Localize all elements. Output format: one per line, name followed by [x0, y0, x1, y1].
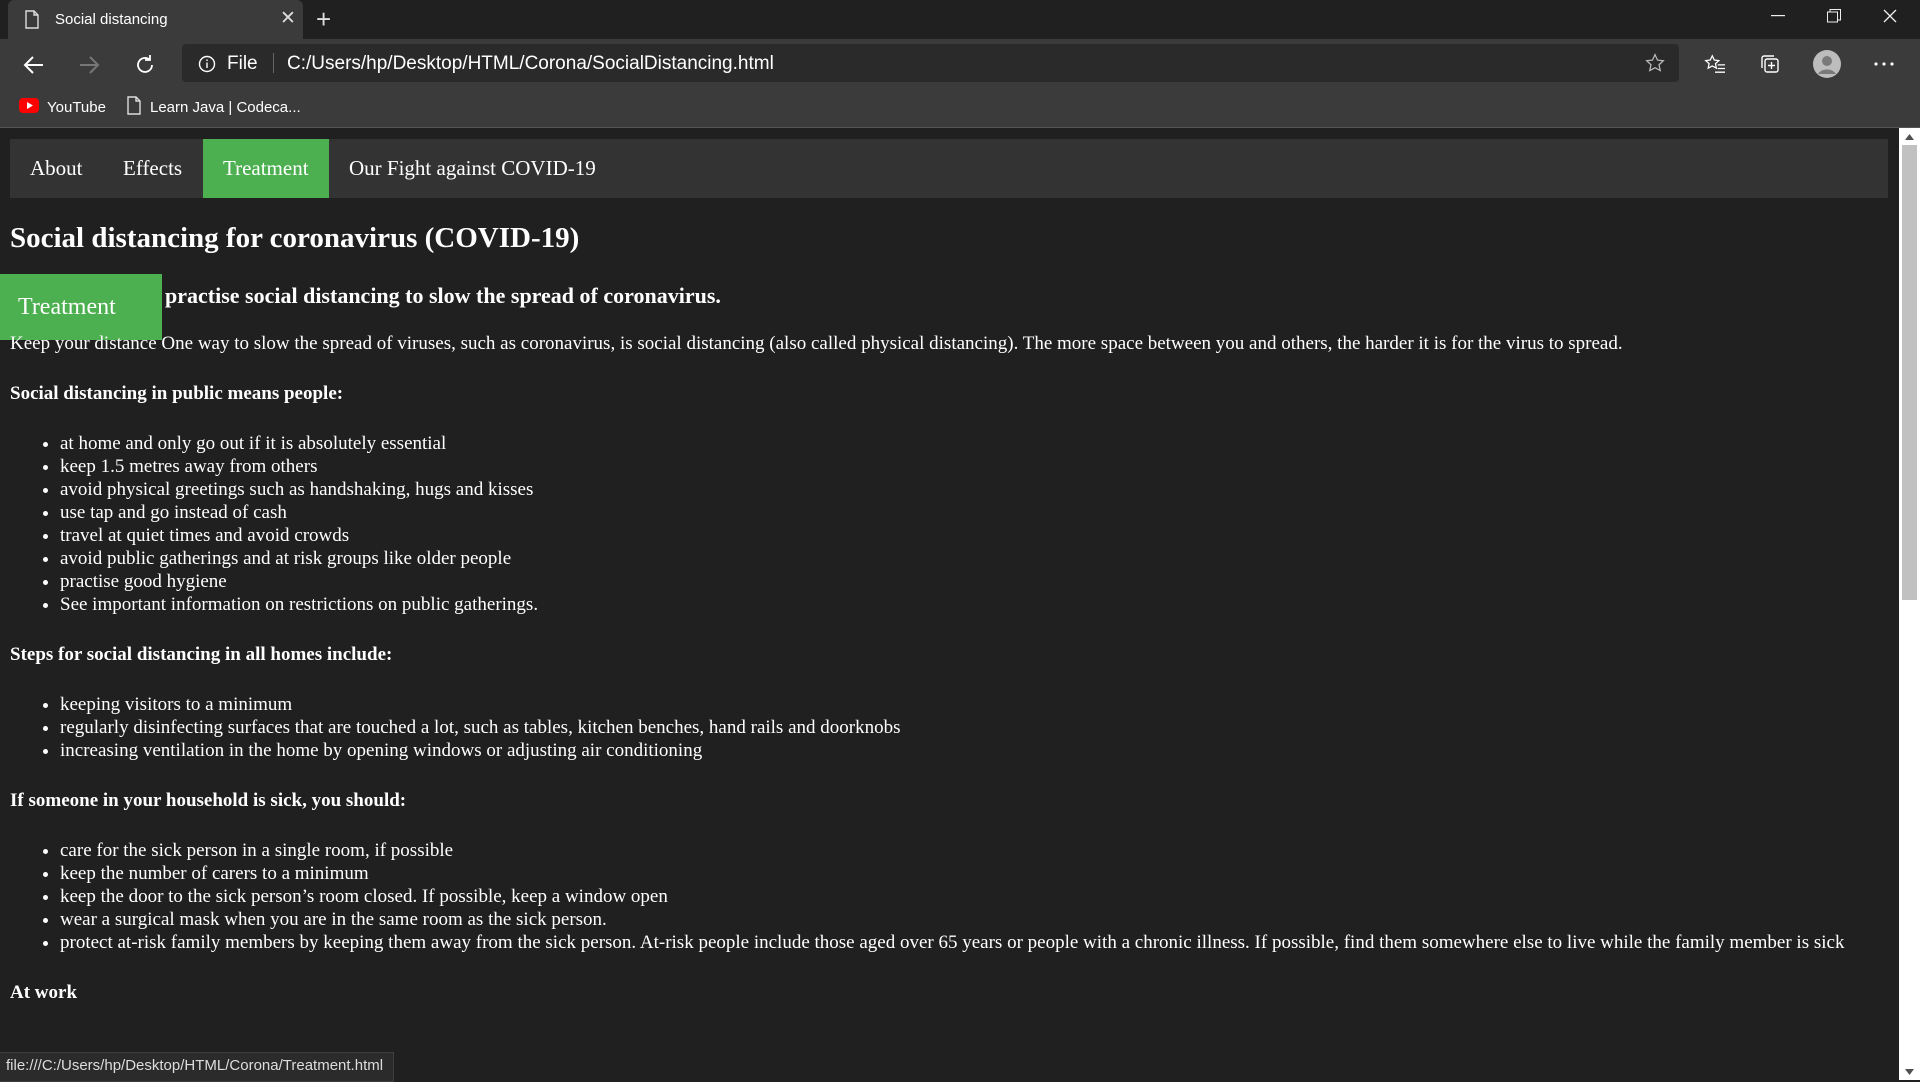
public-list: at home and only go out if it is absolut…: [10, 432, 1885, 616]
intro-paragraph: Keep your distance One way to slow the s…: [10, 333, 1623, 354]
list-item: keep 1.5 metres away from others: [60, 455, 1885, 478]
page-title: Social distancing for coronavirus (COVID…: [10, 222, 580, 254]
browser-toolbar: File C:/Users/hp/Desktop/HTML/Corona/Soc…: [0, 39, 1920, 89]
info-icon[interactable]: [198, 55, 216, 78]
public-heading: Social distancing in public means people…: [10, 383, 344, 404]
sick-heading: If someone in your household is sick, yo…: [10, 790, 407, 811]
favorite-star-icon[interactable]: [1645, 53, 1665, 78]
list-item: wear a surgical mask when you are in the…: [60, 908, 1885, 931]
browser-tab[interactable]: Social distancing ✕: [8, 0, 303, 39]
close-tab-icon[interactable]: ✕: [280, 9, 296, 29]
more-options-icon[interactable]: [1868, 48, 1900, 80]
list-item: regularly disinfecting surfaces that are…: [60, 716, 1885, 739]
site-navbar: About Effects Treatment Our Fight agains…: [10, 139, 1888, 198]
youtube-icon: [19, 97, 39, 117]
nav-treatment[interactable]: Treatment: [203, 139, 329, 198]
list-item: travel at quiet times and avoid crowds: [60, 524, 1885, 547]
list-item: at home and only go out if it is absolut…: [60, 432, 1885, 455]
sick-list: care for the sick person in a single roo…: [10, 839, 1885, 954]
vertical-scrollbar[interactable]: [1899, 128, 1920, 1080]
list-item: practise good hygiene: [60, 570, 1885, 593]
bookmark-label: YouTube: [47, 98, 106, 116]
work-heading: At work: [10, 982, 78, 1003]
restore-icon[interactable]: [1806, 0, 1862, 32]
profile-avatar-icon[interactable]: [1811, 48, 1843, 80]
list-item: increasing ventilation in the home by op…: [60, 739, 1885, 762]
list-item: avoid physical greetings such as handsha…: [60, 478, 1885, 501]
treatment-floating-button[interactable]: Treatment: [0, 274, 162, 340]
list-item: avoid public gatherings and at risk grou…: [60, 547, 1885, 570]
article-body: Keep your distance One way to slow the s…: [10, 332, 1885, 1031]
scroll-down-icon[interactable]: [1899, 1063, 1920, 1080]
list-item: keep the door to the sick person’s room …: [60, 885, 1885, 908]
new-tab-icon[interactable]: +: [316, 5, 331, 33]
bookmark-label: Learn Java | Codeca...: [150, 98, 301, 116]
bookmark-learn-java[interactable]: Learn Java | Codeca...: [126, 95, 301, 119]
forward-icon[interactable]: [73, 49, 105, 81]
homes-heading: Steps for social distancing in all homes…: [10, 644, 393, 665]
address-url[interactable]: C:/Users/hp/Desktop/HTML/Corona/SocialDi…: [287, 53, 774, 75]
nav-about[interactable]: About: [10, 139, 103, 198]
list-item: protect at-risk family members by keepin…: [60, 931, 1885, 954]
refresh-icon[interactable]: [129, 49, 161, 81]
list-item: care for the sick person in a single roo…: [60, 839, 1885, 862]
address-scheme: File: [227, 53, 258, 74]
tab-title: Social distancing: [55, 11, 168, 28]
page-icon: [126, 95, 142, 119]
status-bar-url: file:///C:/Users/hp/Desktop/HTML/Corona/…: [0, 1052, 395, 1082]
address-bar[interactable]: File C:/Users/hp/Desktop/HTML/Corona/Soc…: [182, 44, 1679, 82]
address-divider: [273, 53, 274, 73]
back-icon[interactable]: [18, 49, 50, 81]
tab-bar: Social distancing ✕ +: [0, 0, 1920, 39]
minimize-icon[interactable]: [1750, 0, 1806, 32]
collections-icon[interactable]: [1754, 48, 1786, 80]
nav-effects[interactable]: Effects: [103, 139, 202, 198]
list-item: See important information on restriction…: [60, 593, 1885, 616]
scrollbar-thumb[interactable]: [1902, 145, 1917, 600]
page-icon: [24, 10, 40, 34]
page-viewport: About Effects Treatment Our Fight agains…: [0, 128, 1899, 1080]
bookmark-youtube[interactable]: YouTube: [19, 95, 106, 119]
homes-list: keeping visitors to a minimum regularly …: [10, 693, 1885, 762]
list-item: use tap and go instead of cash: [60, 501, 1885, 524]
nav-our-fight[interactable]: Our Fight against COVID-19: [329, 139, 616, 198]
page-subtitle: practise social distancing to slow the s…: [165, 283, 721, 308]
bookmarks-bar: YouTube Learn Java | Codeca...: [0, 89, 1920, 128]
list-item: keeping visitors to a minimum: [60, 693, 1885, 716]
scroll-up-icon[interactable]: [1899, 128, 1920, 145]
favorites-icon[interactable]: [1699, 48, 1731, 80]
close-window-icon[interactable]: [1862, 0, 1918, 32]
list-item: keep the number of carers to a minimum: [60, 862, 1885, 885]
